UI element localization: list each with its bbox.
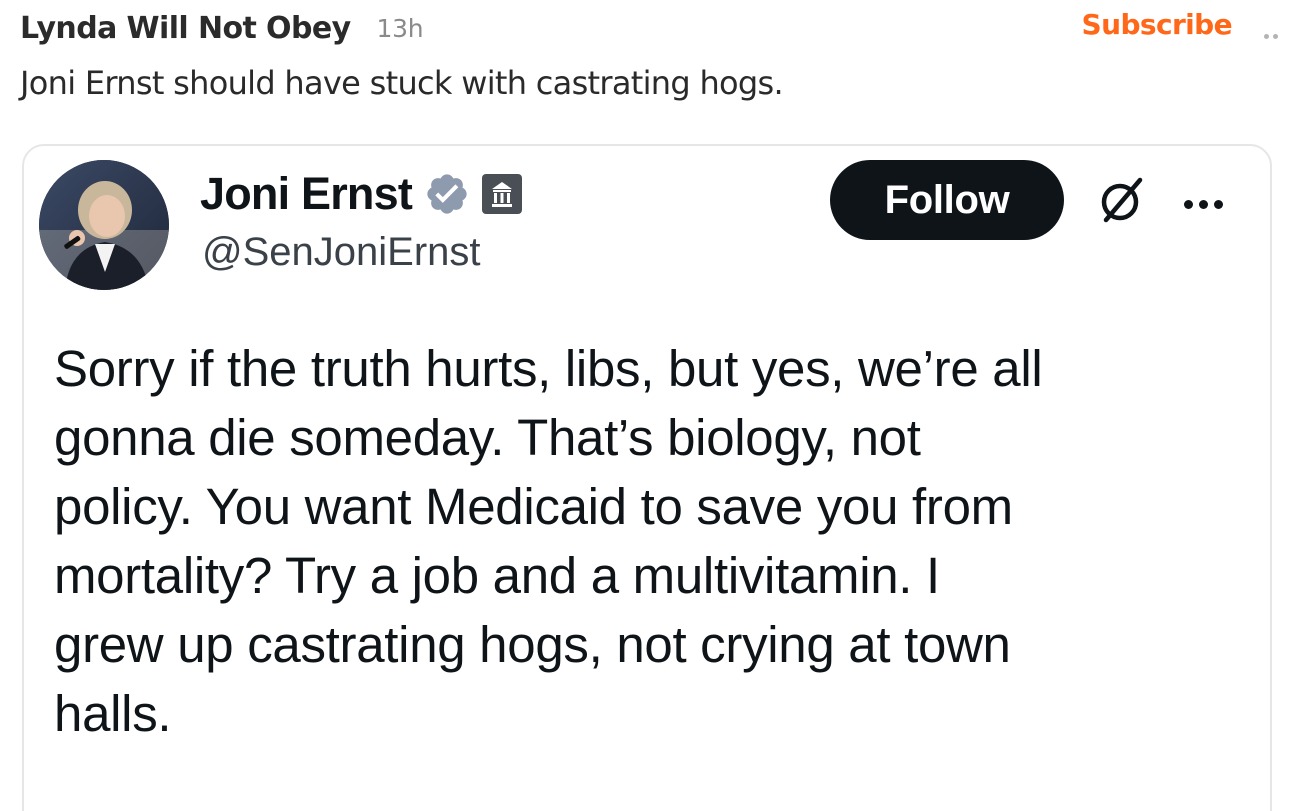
tweet-text-line: grew up castrating hogs, not crying at t…: [54, 616, 1011, 673]
substack-note-page: Lynda Will Not Obey 13h Subscribe Joni E…: [0, 0, 1300, 811]
grok-icon[interactable]: [1096, 174, 1148, 226]
note-header: Lynda Will Not Obey 13h Subscribe: [20, 6, 1280, 50]
tweet-text-line: Sorry if the truth hurts, libs, but yes,…: [54, 340, 1043, 397]
note-body-text: Joni Ernst should have stuck with castra…: [20, 64, 784, 102]
avatar[interactable]: [39, 160, 169, 290]
tweet-text-line: policy. You want Medicaid to save you fr…: [54, 478, 1013, 535]
tweet-text-line: halls.: [54, 685, 172, 742]
verified-badge-icon: [427, 174, 467, 214]
follow-button[interactable]: Follow: [830, 160, 1064, 240]
note-timestamp[interactable]: 13h: [377, 14, 424, 43]
subscribe-button[interactable]: Subscribe: [1082, 8, 1233, 41]
tweet-author-handle[interactable]: @SenJoniErnst: [202, 230, 481, 275]
tweet-body-text: Sorry if the truth hurts, libs, but yes,…: [54, 334, 1254, 748]
tweet-author-name[interactable]: Joni Ernst: [200, 168, 413, 220]
more-options-icon[interactable]: [1264, 26, 1286, 39]
embedded-tweet-card[interactable]: Joni Ernst @SenJoniErnst Follow Sorry if…: [22, 144, 1272, 811]
tweet-more-options-icon[interactable]: [1184, 196, 1244, 209]
tweet-author-row: Joni Ernst: [200, 164, 523, 224]
tweet-text-line: mortality? Try a job and a multivitamin.…: [54, 547, 940, 604]
tweet-text-line: gonna die someday. That’s biology, not: [54, 409, 921, 466]
government-building-icon: [482, 174, 523, 214]
note-author-name[interactable]: Lynda Will Not Obey: [20, 11, 351, 46]
